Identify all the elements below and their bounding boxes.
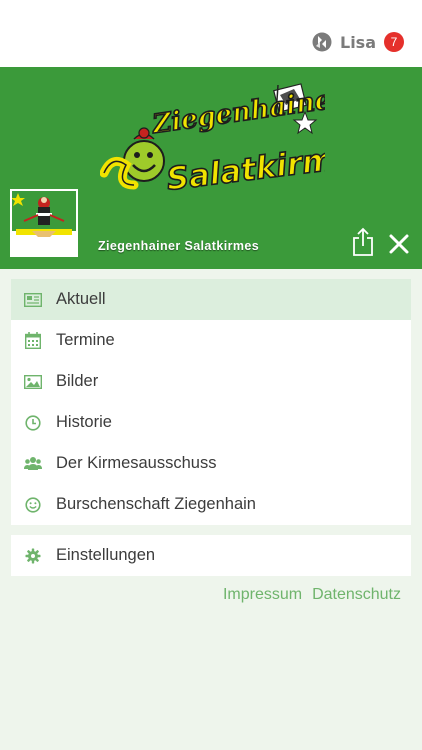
menu-label-aktuell: Aktuell — [56, 290, 106, 308]
club-name: Ziegenhainer Salatkirmes — [98, 239, 260, 253]
calendar-icon — [24, 332, 42, 350]
datenschutz-link[interactable]: Datenschutz — [312, 586, 401, 604]
menu-label-termine: Termine — [56, 331, 115, 349]
menu-item-kirmesausschuss[interactable]: Der Kirmesausschuss — [11, 443, 411, 484]
footer-links: Impressum Datenschutz — [223, 586, 401, 604]
menu-item-aktuell[interactable]: Aktuell — [11, 279, 411, 320]
menu-label-historie: Historie — [56, 413, 112, 431]
top-bar: Lisa 7 — [0, 0, 422, 67]
user-name: Lisa — [340, 32, 376, 52]
menu-item-bilder[interactable]: Bilder — [11, 361, 411, 402]
salatkirmes-logo: Ziegenhainer Salatkirmes — [100, 82, 325, 199]
menu-item-burschenschaft[interactable]: Burschenschaft Ziegenhain — [11, 484, 411, 525]
user-account-button[interactable]: Lisa 7 — [312, 32, 404, 52]
share-icon[interactable] — [350, 227, 376, 257]
logo-line2: Salatkirmes — [165, 137, 325, 198]
newspaper-icon — [24, 291, 42, 309]
settings-menu: Einstellungen — [11, 535, 411, 576]
main-menu: Aktuell Termine Bilder Historie Der Kirm… — [11, 279, 411, 525]
smiley-icon — [24, 496, 42, 514]
gear-icon — [24, 547, 42, 565]
menu-item-historie[interactable]: Historie — [11, 402, 411, 443]
close-icon[interactable] — [388, 233, 410, 255]
image-icon — [24, 373, 42, 391]
menu-label-burschenschaft: Burschenschaft Ziegenhain — [56, 495, 256, 513]
group-icon — [24, 455, 42, 473]
app-brand-icon — [312, 32, 332, 52]
menu-item-einstellungen[interactable]: Einstellungen — [11, 535, 411, 576]
clock-icon — [24, 414, 42, 432]
impressum-link[interactable]: Impressum — [223, 586, 302, 604]
notification-badge[interactable]: 7 — [384, 32, 404, 52]
menu-label-einstellungen: Einstellungen — [56, 546, 156, 564]
club-avatar — [10, 189, 78, 257]
drawer-header: Ziegenhainer Salatkirmes Ziegenhainer Sa… — [0, 67, 422, 269]
menu-label-bilder: Bilder — [56, 372, 99, 390]
menu-label-kirmesausschuss: Der Kirmesausschuss — [56, 454, 217, 472]
menu-item-termine[interactable]: Termine — [11, 320, 411, 361]
